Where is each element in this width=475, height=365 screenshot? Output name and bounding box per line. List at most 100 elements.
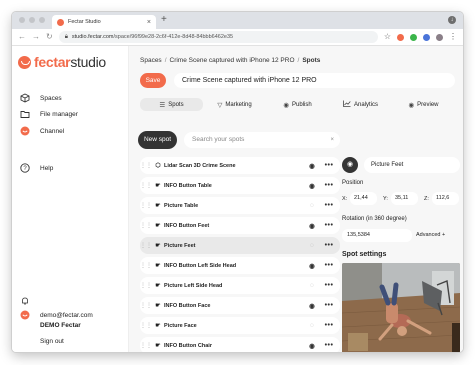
- clear-search-icon[interactable]: ×: [330, 132, 334, 148]
- sidebar-item-channel[interactable]: Channel: [20, 126, 64, 136]
- more-options-icon[interactable]: •••: [318, 242, 340, 249]
- eye-off-icon[interactable]: ◌: [306, 202, 318, 209]
- spot-row[interactable]: ⋮⋮ ☛ INFO Button Face ◉ •••: [140, 297, 340, 314]
- more-options-icon[interactable]: •••: [318, 182, 340, 189]
- browser-tab[interactable]: Fectar Studio ×: [52, 15, 156, 29]
- hand-pointer-icon: ☛: [155, 323, 161, 329]
- tab-preview[interactable]: ◉ Preview: [392, 98, 455, 111]
- eye-off-icon[interactable]: ◌: [306, 282, 318, 289]
- more-options-icon[interactable]: •••: [318, 282, 340, 289]
- new-tab-icon[interactable]: +: [161, 15, 167, 25]
- back-icon[interactable]: ←: [18, 33, 26, 41]
- extension-icon[interactable]: [397, 33, 404, 41]
- sidebar-item-spaces[interactable]: Spaces: [20, 93, 62, 103]
- extension-icon[interactable]: [423, 33, 430, 41]
- eye-off-icon[interactable]: ◌: [306, 242, 318, 249]
- tab-analytics[interactable]: Analytics: [329, 98, 392, 111]
- tab-label: Preview: [417, 101, 439, 108]
- browser-tabbar: Fectar Studio × + ↓: [12, 12, 463, 29]
- new-spot-button[interactable]: New spot: [138, 131, 177, 149]
- drag-handle-icon[interactable]: ⋮⋮: [140, 282, 152, 289]
- eye-off-icon[interactable]: ◌: [306, 322, 318, 329]
- spot-row[interactable]: ⋮⋮ ☛ INFO Button Left Side Head ◉ •••: [140, 257, 340, 274]
- spot-row[interactable]: ⋮⋮ ☛ INFO Button Feet ◉ •••: [140, 217, 340, 234]
- more-options-icon[interactable]: •••: [318, 322, 340, 329]
- hand-pointer-icon: ☛: [155, 203, 161, 209]
- fectar-studio-logo[interactable]: fectarstudio: [18, 54, 106, 70]
- tab-title: Fectar Studio: [68, 19, 101, 25]
- forward-icon[interactable]: →: [32, 33, 40, 41]
- close-window-dot[interactable]: [19, 17, 25, 23]
- spot-row[interactable]: ⋮⋮ ☛ INFO Button Table ◉ •••: [140, 177, 340, 194]
- reload-icon[interactable]: ↻: [46, 33, 53, 41]
- eye-icon[interactable]: ◉: [306, 162, 318, 170]
- sign-out-link[interactable]: Sign out: [40, 338, 64, 345]
- drag-handle-icon[interactable]: ⋮⋮: [140, 342, 152, 349]
- drag-handle-icon[interactable]: ⋮⋮: [140, 302, 152, 309]
- position-x-input[interactable]: 21,44: [350, 192, 377, 205]
- drag-handle-icon[interactable]: ⋮⋮: [140, 182, 152, 189]
- eye-icon[interactable]: ◉: [306, 222, 318, 230]
- spot-row[interactable]: ⋮⋮ ☛ Picture Feet ◌ •••: [140, 237, 340, 254]
- save-button[interactable]: Save: [140, 73, 166, 88]
- visibility-toggle-icon[interactable]: ◉: [342, 157, 358, 173]
- tab-marketing[interactable]: ▽ Marketing: [203, 98, 266, 111]
- browser-menu-icon[interactable]: ⋮: [449, 33, 457, 41]
- position-z-input[interactable]: 112,6: [432, 192, 459, 205]
- eye-icon: ◉: [283, 101, 289, 109]
- bookmark-star-icon[interactable]: ☆: [384, 33, 391, 41]
- user-account[interactable]: demo@fectar.com: [20, 310, 93, 320]
- profile-avatar[interactable]: [436, 33, 443, 41]
- space-title-input[interactable]: Crime Scene captured with iPhone 12 PRO: [174, 73, 455, 88]
- user-avatar-icon: [20, 310, 30, 320]
- chart-icon: [343, 100, 351, 109]
- drag-handle-icon[interactable]: ⋮⋮: [140, 162, 152, 169]
- extension-icon[interactable]: [410, 33, 417, 41]
- breadcrumb-spaces[interactable]: Spaces: [140, 57, 162, 64]
- advanced-toggle[interactable]: Advanced +: [416, 232, 445, 238]
- tab-spots[interactable]: ☰ Spots: [140, 98, 203, 111]
- spot-row[interactable]: ⋮⋮ ☛ Picture Table ◌ •••: [140, 197, 340, 214]
- close-icon[interactable]: ×: [147, 19, 151, 26]
- sidebar-item-file-manager[interactable]: File manager: [20, 109, 78, 119]
- drag-handle-icon[interactable]: ⋮⋮: [140, 222, 152, 229]
- spot-row[interactable]: ⋮⋮ ☛ Picture Face ◌ •••: [140, 317, 340, 334]
- eye-icon[interactable]: ◉: [306, 262, 318, 270]
- more-options-icon[interactable]: •••: [318, 302, 340, 309]
- breadcrumb-space[interactable]: Crime Scene captured with iPhone 12 PRO: [170, 57, 295, 64]
- filter-icon: ▽: [217, 101, 223, 109]
- spot-label: Picture Left Side Head: [164, 282, 223, 289]
- hand-pointer-icon: ☛: [155, 303, 161, 309]
- more-options-icon[interactable]: •••: [318, 162, 340, 169]
- search-spots-input[interactable]: Search your spots ×: [184, 132, 340, 148]
- drag-handle-icon[interactable]: ⋮⋮: [140, 322, 152, 329]
- drag-handle-icon[interactable]: ⋮⋮: [140, 202, 152, 209]
- account-icon[interactable]: ↓: [448, 16, 456, 24]
- tab-label: Spots: [168, 101, 184, 108]
- more-options-icon[interactable]: •••: [318, 262, 340, 269]
- more-options-icon[interactable]: •••: [318, 222, 340, 229]
- spot-preview-image: [342, 263, 460, 352]
- spot-settings-heading: Spot settings: [342, 251, 387, 258]
- rotation-input[interactable]: 135,5384: [342, 229, 412, 242]
- minimize-window-dot[interactable]: [29, 17, 35, 23]
- sidebar-item-help[interactable]: ? Help: [20, 163, 53, 173]
- drag-handle-icon[interactable]: ⋮⋮: [140, 242, 152, 249]
- tab-label: Analytics: [353, 101, 378, 108]
- spot-name-input[interactable]: Picture Feet: [364, 157, 460, 173]
- spot-row[interactable]: ⋮⋮ ⬡ Lidar Scan 3D Crime Scene ◉ •••: [140, 157, 340, 174]
- eye-icon[interactable]: ◉: [306, 342, 318, 350]
- hand-pointer-icon: ☛: [155, 223, 161, 229]
- position-y-input[interactable]: 35,11: [391, 192, 418, 205]
- tab-publish[interactable]: ◉ Publish: [266, 98, 329, 111]
- eye-icon[interactable]: ◉: [306, 182, 318, 190]
- spot-row[interactable]: ⋮⋮ ☛ Picture Left Side Head ◌ •••: [140, 277, 340, 294]
- notification-bell-icon[interactable]: [20, 296, 30, 306]
- url-field[interactable]: 🔒︎ studio.fectar.com/space/96f99e28-2c6f…: [58, 31, 378, 43]
- more-options-icon[interactable]: •••: [318, 342, 340, 349]
- spot-row[interactable]: ⋮⋮ ☛ INFO Button Chair ◉ •••: [140, 337, 340, 352]
- more-options-icon[interactable]: •••: [318, 202, 340, 209]
- drag-handle-icon[interactable]: ⋮⋮: [140, 262, 152, 269]
- eye-icon[interactable]: ◉: [306, 302, 318, 310]
- zoom-window-dot[interactable]: [39, 17, 45, 23]
